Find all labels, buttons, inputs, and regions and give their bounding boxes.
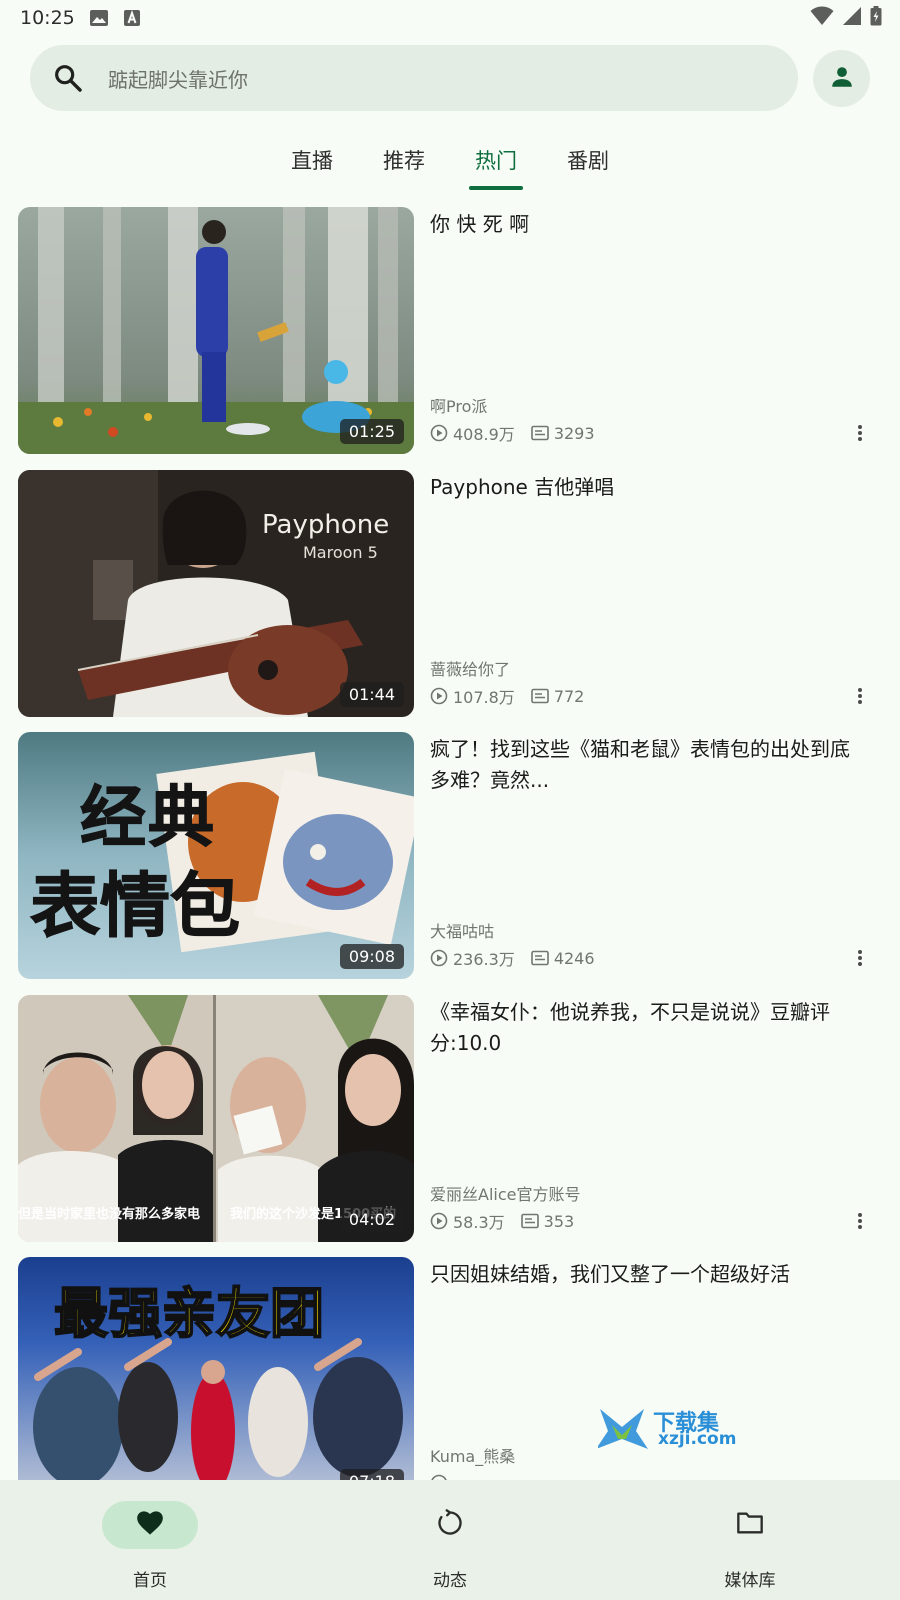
danmaku-icon <box>531 425 549 441</box>
tab-anime[interactable]: 番剧 <box>542 130 634 190</box>
person-icon <box>829 64 855 94</box>
video-duration: 07:18 <box>339 1469 404 1480</box>
play-count-icon <box>430 1212 448 1230</box>
video-duration: 01:25 <box>339 419 404 444</box>
thumbnail-overlay-subtitle: 表情包 <box>30 865 241 948</box>
category-tabs: 直播 推荐 热门 番剧 <box>0 130 900 190</box>
bottom-navigation: 首页 动态 媒体库 <box>0 1480 900 1600</box>
video-card[interactable]: 但是当时家里也没有那么多家电 我们的这个沙发是1500买的 04:02 《幸福女… <box>18 995 882 1242</box>
more-options-button[interactable] <box>850 685 870 707</box>
view-count: 107.8万 <box>453 688 515 707</box>
video-duration: 01:44 <box>339 682 404 707</box>
danmaku-count: 3293 <box>553 423 595 443</box>
wifi-icon <box>810 6 834 30</box>
video-author: 爱丽丝Alice官方账号 <box>430 1185 581 1204</box>
video-thumbnail[interactable]: 最强亲友团 07:18 <box>18 1257 414 1480</box>
thumbnail-overlay-subtitle: Maroon 5 <box>303 543 378 562</box>
play-count-icon <box>430 949 448 967</box>
image-icon <box>89 9 109 27</box>
video-duration: 09:08 <box>339 944 404 969</box>
video-feed: 01:25 你 快 死 啊 啊Pro派 408.9万 3293 Payphone… <box>0 207 900 1480</box>
play-count-icon <box>430 687 448 705</box>
danmaku-count: 772 <box>553 686 585 706</box>
video-title: 你 快 死 啊 <box>430 212 530 236</box>
search-icon <box>52 62 84 94</box>
nav-home[interactable]: 首页 <box>0 1480 300 1600</box>
video-thumbnail[interactable]: 01:25 <box>18 207 414 454</box>
search-placeholder: 踮起脚尖靠近你 <box>108 67 248 92</box>
video-stats: 58.3万 353 <box>430 1210 870 1232</box>
video-card[interactable]: 最强亲友团 07:18 只因姐妹结婚，我们又整了一个超级好活 Kuma_熊桑 <box>18 1257 882 1480</box>
more-vert-icon <box>858 425 862 441</box>
video-duration: 04:02 <box>339 1207 404 1232</box>
video-author: 大福咕咕 <box>430 922 495 941</box>
danmaku-icon <box>520 1213 539 1229</box>
watermark-logo: 下载集 xzji.com <box>596 1405 738 1455</box>
thumbnail-overlay-title: Payphone <box>262 510 390 540</box>
video-thumbnail[interactable]: 经典 表情包 09:08 <box>18 732 414 979</box>
video-info: 疯了！找到这些《猫和老鼠》表情包的出处到底多难？竟然... 大福咕咕 236.3… <box>430 732 870 979</box>
video-title: 《幸福女仆：他说养我，不只是说说》豆瓣评分:10.0 <box>430 1000 830 1055</box>
more-vert-icon <box>858 688 862 704</box>
nav-feed-label: 动态 <box>433 1571 467 1591</box>
play-count-icon <box>430 424 448 442</box>
refresh-icon <box>436 1509 464 1541</box>
video-stats <box>430 1472 870 1480</box>
more-options-button[interactable] <box>850 422 870 444</box>
video-title: Payphone 吉他弹唱 <box>430 475 615 499</box>
danmaku-icon <box>531 688 549 704</box>
status-bar: 10:25 <box>0 0 900 36</box>
video-author: 啊Pro派 <box>430 397 488 416</box>
more-options-button[interactable] <box>850 1210 870 1232</box>
video-stats: 236.3万 4246 <box>430 947 870 969</box>
video-author: Kuma_熊桑 <box>430 1447 516 1466</box>
view-count: 236.3万 <box>453 950 515 969</box>
signal-icon <box>842 6 862 30</box>
nav-library[interactable]: 媒体库 <box>600 1480 900 1600</box>
video-info: Payphone 吉他弹唱 蔷薇给你了 107.8万 772 <box>430 470 870 717</box>
video-info: 《幸福女仆：他说养我，不只是说说》豆瓣评分:10.0 爱丽丝Alice官方账号 … <box>430 995 870 1242</box>
nav-feed[interactable]: 动态 <box>300 1480 600 1600</box>
battery-icon <box>870 6 882 30</box>
status-time: 10:25 <box>20 7 75 29</box>
tab-live[interactable]: 直播 <box>266 130 358 190</box>
thumbnail-caption-left: 但是当时家里也没有那么多家电 <box>18 1207 201 1222</box>
search-bar[interactable]: 踮起脚尖靠近你 <box>30 45 798 111</box>
video-info: 你 快 死 啊 啊Pro派 408.9万 3293 <box>430 207 870 454</box>
more-vert-icon <box>858 950 862 966</box>
view-count: 58.3万 <box>453 1213 505 1232</box>
video-title: 疯了！找到这些《猫和老鼠》表情包的出处到底多难？竟然... <box>430 737 850 792</box>
more-vert-icon <box>858 1213 862 1229</box>
folder-icon <box>736 1511 764 1539</box>
thumbnail-image <box>18 207 414 454</box>
tab-recommend[interactable]: 推荐 <box>358 130 450 190</box>
more-options-button[interactable] <box>850 947 870 969</box>
video-card[interactable]: Payphone Maroon 5 01:44 Payphone 吉他弹唱 蔷薇… <box>18 470 882 717</box>
danmaku-count: 353 <box>543 1211 575 1231</box>
thumbnail-image <box>18 470 414 717</box>
video-author: 蔷薇给你了 <box>430 660 511 679</box>
danmaku-count: 4246 <box>553 948 595 968</box>
video-thumbnail[interactable]: 但是当时家里也没有那么多家电 我们的这个沙发是1500买的 04:02 <box>18 995 414 1242</box>
video-stats: 107.8万 772 <box>430 685 870 707</box>
profile-button[interactable] <box>813 50 870 107</box>
thumbnail-overlay-title: 经典 <box>80 779 216 857</box>
nav-library-label: 媒体库 <box>724 1571 776 1591</box>
nav-home-label: 首页 <box>133 1571 167 1591</box>
video-card[interactable]: 经典 表情包 09:08 疯了！找到这些《猫和老鼠》表情包的出处到底多难？竟然.… <box>18 732 882 979</box>
watermark-text-url: xzji.com <box>658 1429 737 1449</box>
video-stats: 408.9万 3293 <box>430 422 870 444</box>
a-box-icon <box>123 9 141 27</box>
video-thumbnail[interactable]: Payphone Maroon 5 01:44 <box>18 470 414 717</box>
thumbnail-overlay-title: 最强亲友团 <box>53 1281 325 1346</box>
view-count: 408.9万 <box>453 425 515 444</box>
heart-icon <box>136 1510 164 1540</box>
video-title: 只因姐妹结婚，我们又整了一个超级好活 <box>430 1262 790 1286</box>
danmaku-icon <box>531 950 549 966</box>
tab-hot[interactable]: 热门 <box>450 130 542 190</box>
video-card[interactable]: 01:25 你 快 死 啊 啊Pro派 408.9万 3293 <box>18 207 882 454</box>
